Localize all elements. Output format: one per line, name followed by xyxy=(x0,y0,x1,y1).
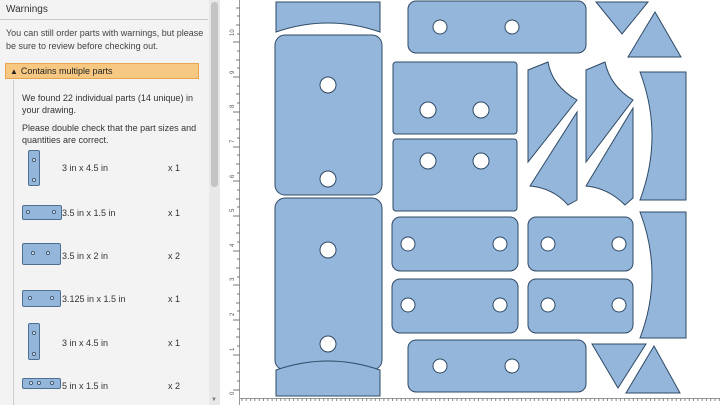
ruler-label: 4 xyxy=(230,243,236,247)
ruler-label: 7 xyxy=(230,139,236,143)
ruler-label: 10 xyxy=(230,29,236,36)
curved-strip-part xyxy=(275,360,381,397)
part-quantity: x 2 xyxy=(168,381,181,391)
warning-header-label: Contains multiple parts xyxy=(20,66,113,76)
hole xyxy=(419,101,437,119)
triangle-part xyxy=(627,11,682,58)
check-sizes-text: Please double check that the part sizes … xyxy=(22,123,197,145)
hole xyxy=(319,335,337,353)
part-size: 3 in x 4.5 in xyxy=(62,338,109,348)
scroll-down-arrow-icon[interactable]: ▼ xyxy=(211,397,217,403)
part-thumbnail xyxy=(22,205,62,220)
scrollbar-thumb[interactable] xyxy=(211,2,218,187)
vertical-ruler: 10 9 8 7 6 5 4 3 2 1 0 xyxy=(224,0,240,405)
hole xyxy=(611,236,627,252)
part-size: 3.125 in x 1.5 in xyxy=(62,294,126,304)
part-quantity: x 1 xyxy=(168,208,181,218)
curved-strip-part xyxy=(639,211,687,339)
hole-icon xyxy=(32,352,36,356)
warning-details: We found 22 individual parts (14 unique)… xyxy=(13,80,199,405)
hole xyxy=(400,297,416,313)
part-quantity: x 1 xyxy=(168,294,181,304)
hole xyxy=(472,152,490,170)
triangle-part xyxy=(594,1,650,35)
hole-icon xyxy=(32,178,36,182)
ruler-label: 3 xyxy=(230,277,236,281)
part-list-item: 5 in x 1.5 in x 2 xyxy=(14,370,200,405)
warnings-panel: Warnings You can still order parts with … xyxy=(0,0,220,405)
part-quantity: x 1 xyxy=(168,338,181,348)
hole-icon xyxy=(28,296,32,300)
part-thumbnail xyxy=(28,323,40,360)
hole xyxy=(400,236,416,252)
hole-icon xyxy=(50,381,54,385)
part-quantity: x 2 xyxy=(168,251,181,261)
divider xyxy=(0,19,208,20)
hole-icon xyxy=(46,251,50,255)
hole xyxy=(432,358,448,374)
ruler-label: 0 xyxy=(230,391,236,395)
part-size: 3.5 in x 1.5 in xyxy=(62,208,116,218)
hole xyxy=(540,297,556,313)
part-list-item: 3.5 in x 1.5 in x 1 xyxy=(14,194,200,234)
ruler-label: 1 xyxy=(230,347,236,351)
panel-title: Warnings xyxy=(6,4,48,15)
ruler-label: 6 xyxy=(230,174,236,178)
hole xyxy=(319,170,337,188)
part-thumbnail xyxy=(28,150,40,186)
found-parts-text: We found 22 individual parts (14 unique)… xyxy=(22,93,193,115)
curved-strip-part xyxy=(639,71,687,201)
warning-message: You can still order parts with warnings,… xyxy=(6,28,204,51)
panel-scrollbar[interactable]: ▼ xyxy=(209,0,220,405)
drawing-svg xyxy=(274,0,687,397)
part-list-item: 3 in x 4.5 in x 1 xyxy=(14,148,200,188)
ruler-ticks xyxy=(233,0,240,405)
hole xyxy=(492,236,508,252)
hole xyxy=(540,236,556,252)
part-list-item: 3.5 in x 2 in x 2 xyxy=(14,237,200,277)
hole-icon xyxy=(26,210,30,214)
part-list-item: 3 in x 4.5 in x 1 xyxy=(14,322,200,362)
hole xyxy=(611,297,627,313)
ruler-label: 2 xyxy=(230,312,236,316)
hole-icon xyxy=(37,381,41,385)
part-size: 5 in x 1.5 in xyxy=(62,381,109,391)
part-size: 3 in x 4.5 in xyxy=(62,163,109,173)
hole xyxy=(432,19,448,35)
hole-icon xyxy=(52,210,56,214)
part-thumbnail xyxy=(22,243,61,265)
multiple-parts-warning-toggle[interactable]: ▲ Contains multiple parts xyxy=(5,63,199,79)
hole-icon xyxy=(50,296,54,300)
hole-icon xyxy=(31,251,35,255)
ruler-label: 8 xyxy=(230,104,236,108)
curved-strip-part xyxy=(275,1,381,33)
plate-part xyxy=(392,61,518,135)
hole xyxy=(419,152,437,170)
horizontal-ruler xyxy=(240,398,720,401)
part-size: 3.5 in x 2 in xyxy=(62,251,109,261)
plate-part xyxy=(392,138,518,212)
hole xyxy=(504,358,520,374)
hole xyxy=(472,101,490,119)
part-thumbnail xyxy=(22,290,61,307)
part-quantity: x 1 xyxy=(168,163,181,173)
ruler-label: 5 xyxy=(230,208,236,212)
hole xyxy=(319,76,337,94)
hole-icon xyxy=(32,158,36,162)
part-thumbnail xyxy=(22,378,61,389)
ruler-label: 9 xyxy=(230,70,236,74)
hole-icon xyxy=(29,381,33,385)
part-list-item: 3.125 in x 1.5 in x 1 xyxy=(14,280,200,320)
caret-up-icon: ▲ xyxy=(10,67,18,76)
hole xyxy=(492,297,508,313)
hole-icon xyxy=(32,331,36,335)
drawing-canvas[interactable] xyxy=(240,0,720,398)
hole xyxy=(319,241,337,259)
hole xyxy=(504,19,520,35)
